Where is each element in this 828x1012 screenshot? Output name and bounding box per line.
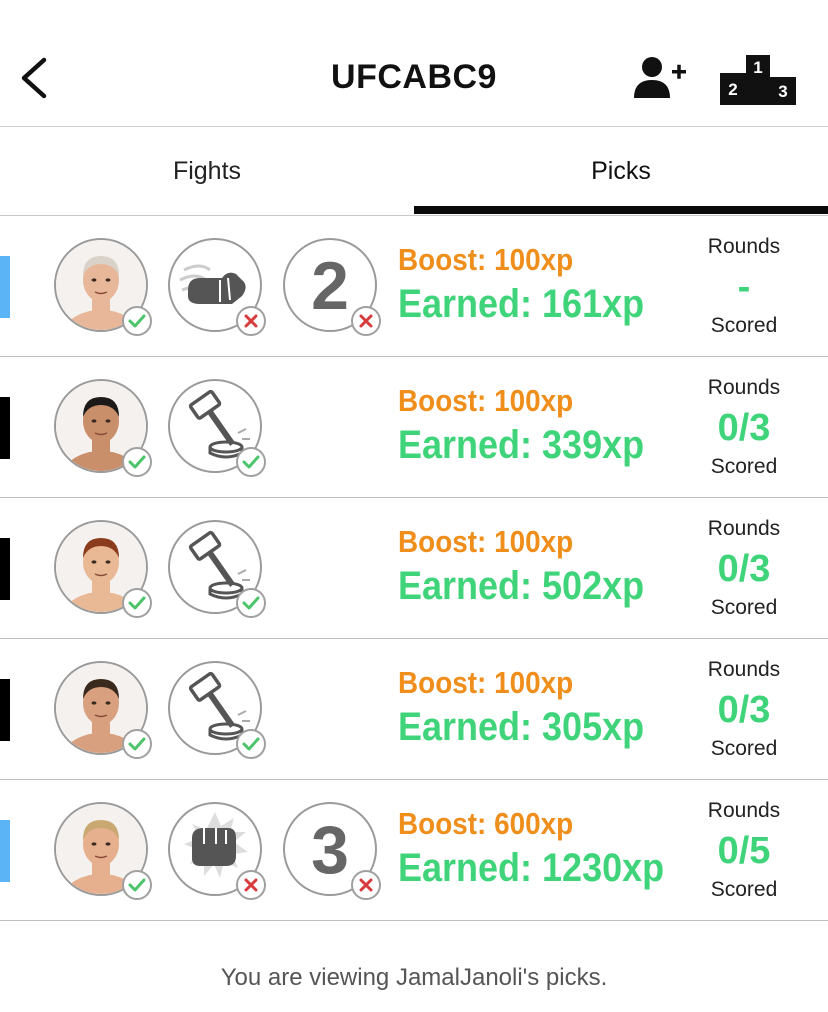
method-pick xyxy=(168,661,266,759)
leaderboard-button[interactable]: 1 2 3 xyxy=(720,53,796,105)
pick-status-indicator xyxy=(0,538,10,600)
add-user-icon xyxy=(634,57,686,98)
podium-rank-3: 3 xyxy=(778,82,787,101)
boost-label: Boost: 100xp xyxy=(398,665,574,700)
active-tab-indicator xyxy=(414,206,828,214)
round-pick: 3 xyxy=(283,802,381,900)
earned-label: Earned: 305xp xyxy=(398,705,645,749)
rounds-label: Rounds xyxy=(707,799,781,822)
method-pick xyxy=(168,238,266,336)
pick-row[interactable]: 2 Boost: 100xp Earned: 161xp Rounds - Scored xyxy=(0,216,828,357)
rounds-label: Rounds xyxy=(707,235,781,258)
fighter-pick-avatar xyxy=(54,379,152,477)
round-pick: 2 xyxy=(283,238,381,336)
fighter-pick-avatar xyxy=(54,520,152,618)
method-result-badge xyxy=(236,729,266,759)
method-result-badge xyxy=(236,588,266,618)
method-result-badge xyxy=(236,447,266,477)
rounds-label: Rounds xyxy=(707,517,781,540)
rounds-scored-value: 0/5 xyxy=(717,830,771,872)
pick-status-indicator xyxy=(0,397,10,459)
round-result-badge xyxy=(351,306,381,336)
pick-row[interactable]: Boost: 100xp Earned: 502xp Rounds 0/3 Scored xyxy=(0,498,828,639)
fighter-result-badge xyxy=(122,870,152,900)
scored-label: Scored xyxy=(710,737,778,760)
podium-icon: 1 2 3 xyxy=(720,55,796,105)
scored-label: Scored xyxy=(710,878,778,901)
pick-row[interactable]: Boost: 100xp Earned: 305xp Rounds 0/3 Scored xyxy=(0,639,828,780)
fighter-pick-avatar xyxy=(54,238,152,336)
method-result-badge xyxy=(236,306,266,336)
boost-label: Boost: 100xp xyxy=(398,383,574,418)
tab-bar: Fights Picks xyxy=(0,127,828,216)
boost-label: Boost: 100xp xyxy=(398,524,574,559)
tab-fights[interactable]: Fights xyxy=(0,127,414,215)
fighter-result-badge xyxy=(122,729,152,759)
pick-row[interactable]: Boost: 100xp Earned: 339xp Rounds 0/3 Scored xyxy=(0,357,828,498)
tab-picks[interactable]: Picks xyxy=(414,127,828,215)
app-header: UFCABC9 1 2 3 xyxy=(0,0,828,127)
fighter-result-badge xyxy=(122,588,152,618)
boost-label: Boost: 600xp xyxy=(398,806,574,841)
rounds-label: Rounds xyxy=(707,658,781,681)
method-pick xyxy=(168,802,266,900)
rounds-scored-value: 0/3 xyxy=(717,689,771,731)
scored-label: Scored xyxy=(710,596,778,619)
rounds-scored-value: - xyxy=(737,266,751,308)
round-result-badge xyxy=(351,870,381,900)
pick-row[interactable]: 3 Boost: 600xp Earned: 1230xp Rounds 0/5 Scor… xyxy=(0,780,828,921)
podium-rank-2: 2 xyxy=(728,80,737,99)
rounds-scored-value: 0/3 xyxy=(717,407,771,449)
method-result-badge xyxy=(236,870,266,900)
earned-label: Earned: 1230xp xyxy=(398,846,665,890)
rounds-scored-value: 0/3 xyxy=(717,548,771,590)
earned-label: Earned: 339xp xyxy=(398,423,645,467)
fighter-result-badge xyxy=(122,306,152,336)
rounds-label: Rounds xyxy=(707,376,781,399)
viewing-notice: You are viewing JamalJanoli's picks. xyxy=(220,964,608,991)
pick-status-indicator xyxy=(0,679,10,741)
fighter-pick-avatar xyxy=(54,802,152,900)
podium-rank-1: 1 xyxy=(753,58,762,77)
page-title: UFCABC9 xyxy=(331,58,497,96)
method-pick xyxy=(168,379,266,477)
fighter-pick-avatar xyxy=(54,661,152,759)
earned-label: Earned: 161xp xyxy=(398,282,645,326)
add-user-button[interactable] xyxy=(632,54,692,102)
pick-status-indicator xyxy=(0,256,10,318)
pick-status-indicator xyxy=(0,820,10,882)
fighter-result-badge xyxy=(122,447,152,477)
method-pick xyxy=(168,520,266,618)
scored-label: Scored xyxy=(710,455,778,478)
earned-label: Earned: 502xp xyxy=(398,564,645,608)
scored-label: Scored xyxy=(710,314,778,337)
boost-label: Boost: 100xp xyxy=(398,242,574,277)
